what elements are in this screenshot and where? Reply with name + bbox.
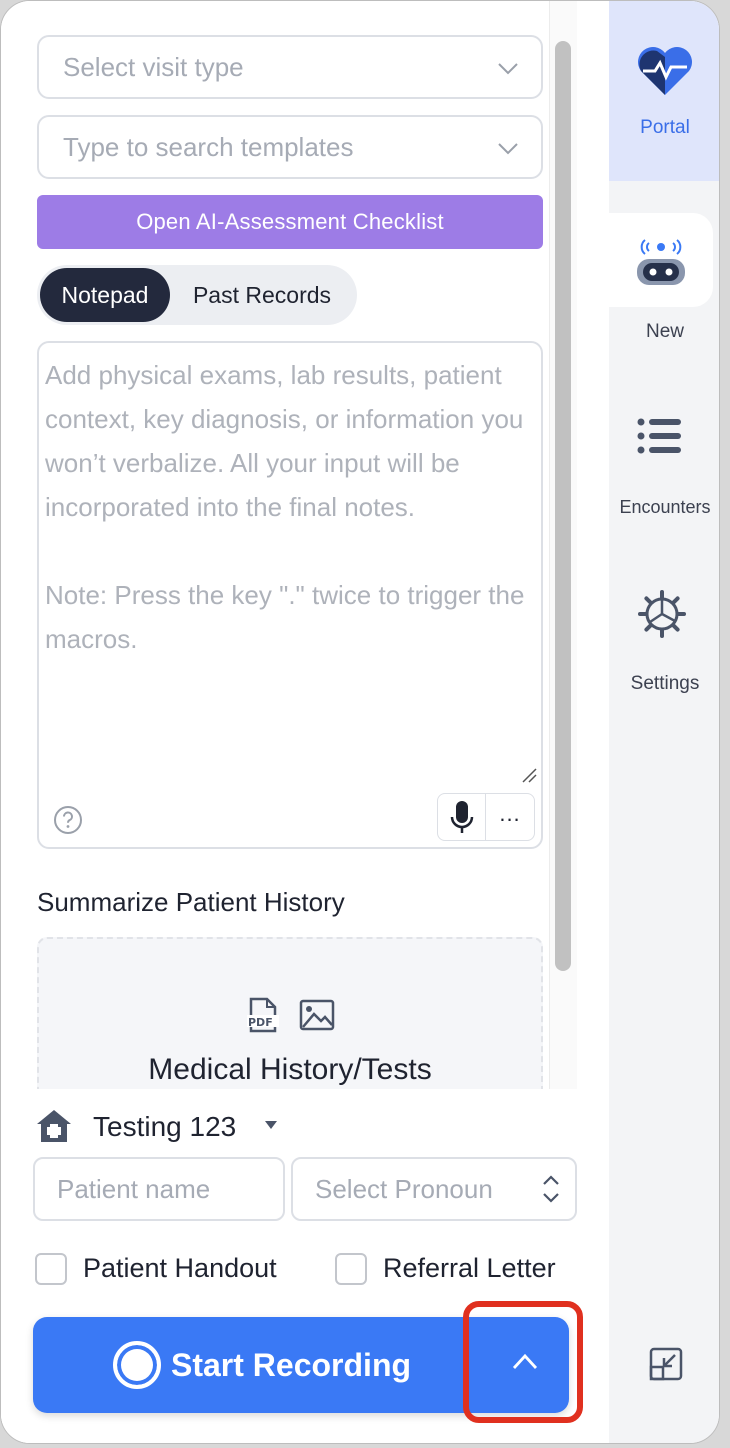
pronoun-select[interactable]: Select Pronoun: [291, 1157, 577, 1221]
heart-pulse-icon: [638, 47, 692, 95]
clinic-selector[interactable]: Testing 123: [93, 1111, 236, 1143]
pdf-icon: PDF: [247, 997, 279, 1033]
sidebar-label-new[interactable]: New: [609, 321, 719, 343]
template-search-select[interactable]: Type to search templates: [37, 115, 543, 179]
patient-handout-label: Patient Handout: [83, 1253, 277, 1283]
list-icon[interactable]: [637, 417, 683, 455]
record-icon: [113, 1341, 161, 1389]
app-window: Select visit type Type to search templat…: [0, 0, 720, 1444]
referral-letter-option[interactable]: Referral Letter: [335, 1249, 575, 1289]
help-icon[interactable]: [53, 805, 83, 835]
history-section-title: Summarize Patient History: [37, 887, 345, 917]
microphone-icon: [450, 801, 474, 833]
main-panel: Select visit type Type to search templat…: [1, 1, 609, 1443]
image-icon: [299, 999, 335, 1031]
visit-type-placeholder: Select visit type: [63, 52, 244, 82]
notepad-textarea[interactable]: Add physical exams, lab results, patient…: [37, 341, 543, 849]
sidebar: Portal New Encounters Settings: [609, 1, 719, 1443]
notepad-tools: ...: [437, 793, 535, 841]
visit-type-select[interactable]: Select visit type: [37, 35, 543, 99]
history-upload-dropzone[interactable]: PDF Medical History/Tests: [37, 937, 543, 1089]
scrollbar-thumb[interactable]: [555, 41, 571, 971]
svg-text:PDF: PDF: [248, 1016, 273, 1029]
dictate-button[interactable]: [438, 794, 486, 840]
patient-handout-option[interactable]: Patient Handout: [35, 1249, 305, 1289]
collapse-icon[interactable]: [649, 1347, 683, 1381]
pronoun-placeholder: Select Pronoun: [315, 1174, 493, 1204]
patient-name-input[interactable]: Patient name: [33, 1157, 285, 1221]
upload-file-icons: PDF: [247, 997, 335, 1033]
notepad-tabs: Notepad Past Records: [37, 265, 357, 325]
sidebar-label-portal: Portal: [640, 117, 690, 138]
chevron-down-icon: [498, 143, 518, 155]
dropzone-title: Medical History/Tests: [148, 1053, 432, 1086]
tab-past-records[interactable]: Past Records: [177, 268, 347, 322]
more-options-button[interactable]: ...: [486, 794, 534, 840]
referral-letter-checkbox[interactable]: [335, 1253, 367, 1285]
template-search-placeholder: Type to search templates: [63, 132, 354, 162]
sidebar-label-settings[interactable]: Settings: [609, 673, 719, 695]
tab-notepad[interactable]: Notepad: [40, 268, 170, 322]
start-recording-label: Start Recording: [171, 1347, 412, 1383]
chevron-down-icon: [498, 63, 518, 75]
sidebar-label-encounters[interactable]: Encounters: [609, 497, 719, 518]
updown-chevron-icon: [543, 1175, 559, 1203]
recording-controls: Testing 123 Patient name Select Pronoun …: [1, 1089, 609, 1443]
gear-icon[interactable]: [637, 589, 687, 639]
highlight-box: [463, 1301, 583, 1423]
caret-down-icon[interactable]: [263, 1119, 279, 1131]
sidebar-item-new[interactable]: [609, 213, 713, 307]
sidebar-item-portal[interactable]: Portal: [609, 1, 719, 181]
robot-icon: [637, 239, 685, 285]
patient-handout-checkbox[interactable]: [35, 1253, 67, 1285]
ai-assessment-checklist-button[interactable]: Open AI-Assessment Checklist: [37, 195, 543, 249]
clinic-house-icon: [37, 1110, 71, 1142]
referral-letter-label: Referral Letter: [383, 1253, 556, 1283]
resize-grip-icon[interactable]: [521, 767, 537, 783]
scroll-content[interactable]: Select visit type Type to search templat…: [1, 1, 577, 1089]
notepad-placeholder: Add physical exams, lab results, patient…: [45, 360, 525, 654]
